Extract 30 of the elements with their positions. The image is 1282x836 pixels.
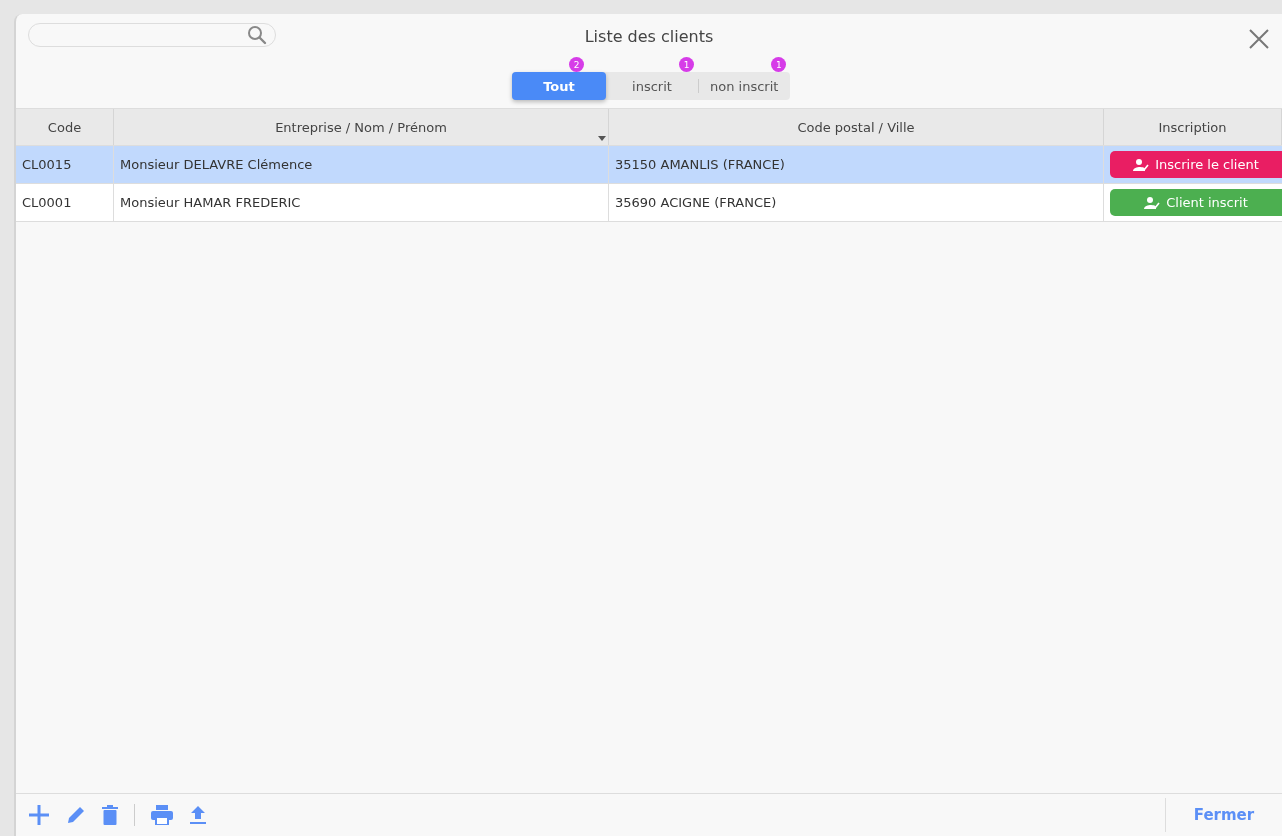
column-header[interactable]: Code [16,109,114,145]
table-cell: 35150 AMANLIS (FRANCE) [609,146,1104,183]
table-cell: 35690 ACIGNE (FRANCE) [609,184,1104,221]
column-header[interactable]: Code postal / Ville [609,109,1104,145]
trash-icon[interactable] [102,805,118,825]
table-cell: CL0001 [16,184,114,221]
user-check-icon [1133,157,1150,172]
column-header[interactable]: Entreprise / Nom / Prénom [114,109,609,145]
search-icon [247,25,267,45]
inscription-button[interactable]: Inscrire le client [1110,151,1282,178]
pencil-icon[interactable] [66,805,86,825]
close-icon[interactable] [1248,28,1270,50]
count-badge: 1 [771,57,787,72]
count-badge: 2 [569,57,584,72]
sort-icon [598,136,606,141]
filter-tab[interactable]: non inscrit [698,72,791,100]
table-row[interactable]: CL0015 Monsieur DELAVRE Clémence 35150 AMANLIS (FRANCE) Inscrire le client [16,146,1282,184]
table-cell: CL0015 [16,146,114,183]
printer-icon[interactable] [151,805,173,825]
window-title: Liste des clients [584,27,714,46]
column-header[interactable]: Inscription [1104,109,1282,145]
count-badge: 1 [679,57,694,72]
table-cell: Monsieur DELAVRE Clémence [114,146,609,183]
add-icon[interactable] [28,804,50,826]
table-cell: Monsieur HAMAR FREDERIC [114,184,609,221]
upload-icon[interactable] [189,805,207,825]
search-field[interactable] [28,23,276,47]
filter-tab[interactable]: inscrit [606,72,698,100]
table-row[interactable]: CL0001 Monsieur HAMAR FREDERIC 35690 ACIGNE (FRANCE) Client inscrit [16,184,1282,222]
user-check-icon [1144,195,1161,210]
